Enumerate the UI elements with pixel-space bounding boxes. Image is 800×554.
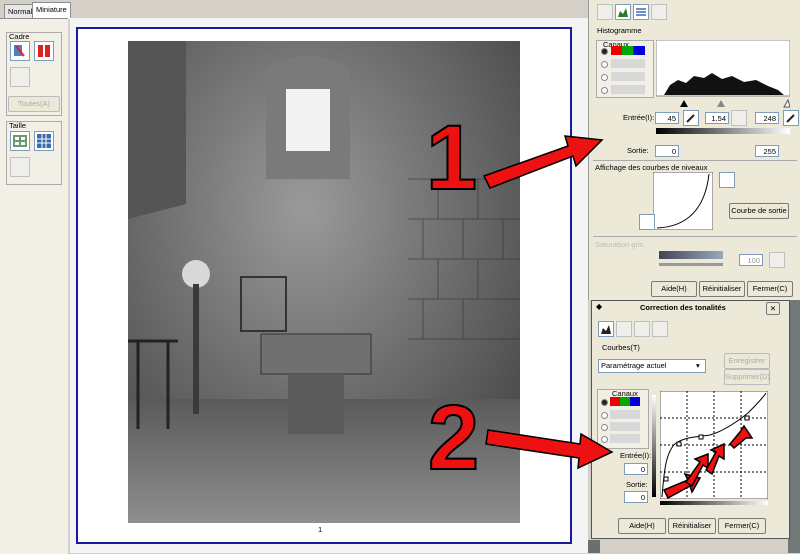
- arrow-1: [482, 135, 604, 189]
- annotation-arrows: [482, 135, 754, 500]
- arrow-curve-4: [728, 424, 754, 450]
- arrow-2: [485, 429, 614, 470]
